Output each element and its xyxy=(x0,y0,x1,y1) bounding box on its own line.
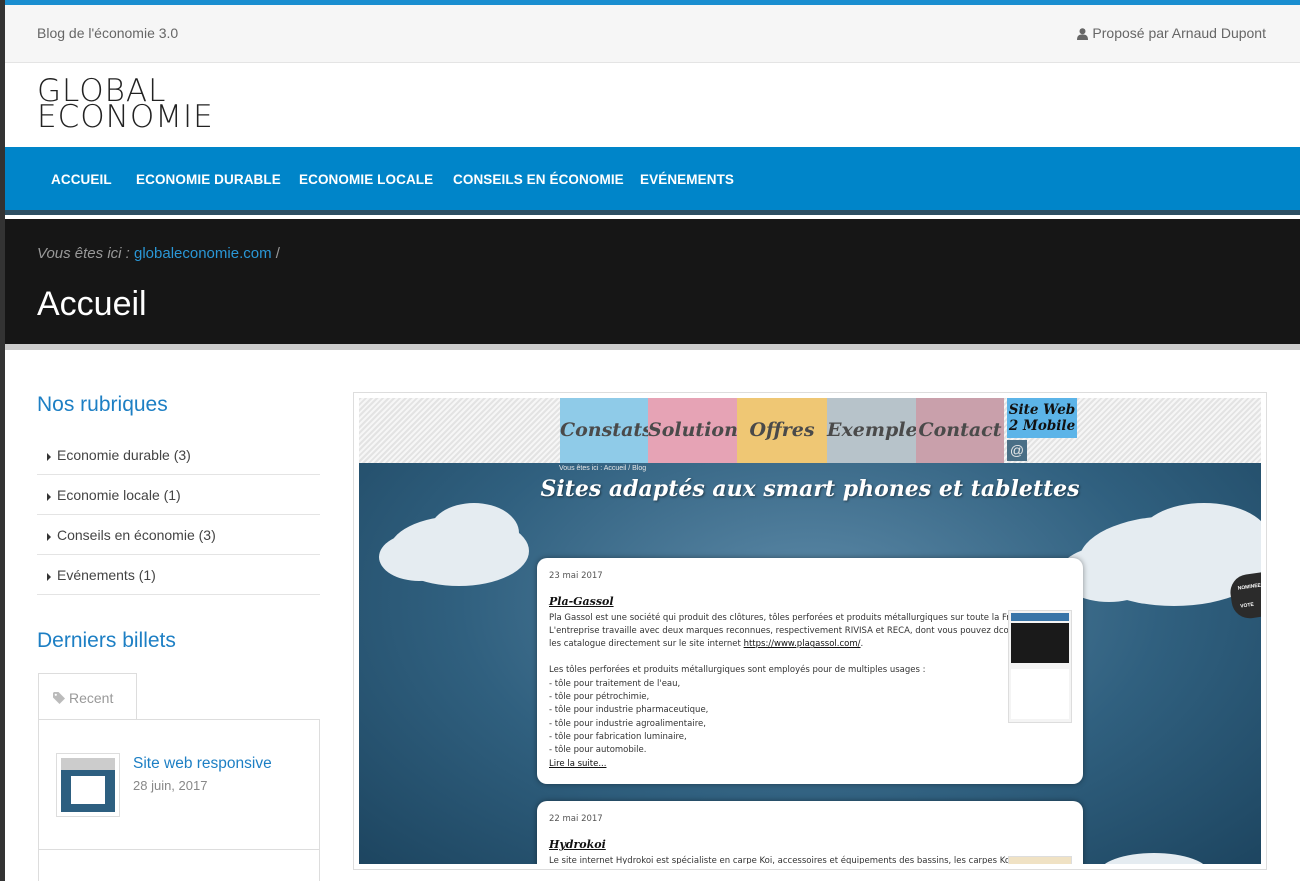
post-1-usages-intro: Les tôles perforées et produits métallur… xyxy=(549,665,926,676)
preview-post-card-2: 22 mai 2017 Hydrokoi Le site internet Hy… xyxy=(537,801,1083,864)
post-1-mini-screenshot xyxy=(1008,610,1072,723)
post-1-usage-item: - tôle pour automobile. xyxy=(549,745,647,756)
post-1-body: Pla Gassol est une société qui produit d… xyxy=(549,612,1033,771)
cloud-decoration xyxy=(1139,503,1261,573)
post-1-read-more-link: Lire la suite... xyxy=(549,758,607,769)
mini-screenshot-content xyxy=(1011,669,1069,719)
rubrique-label: Conseils en économie (3) xyxy=(57,527,216,543)
page-header-banner: Vous êtes ici : globaleconomie.com / Acc… xyxy=(5,219,1300,350)
nav-item-economie-locale[interactable]: ECONOMIE LOCALE xyxy=(299,172,433,187)
nav-item-conseils-economie[interactable]: CONSEILS EN ÉCONOMIE xyxy=(453,172,624,187)
rubrique-item-conseils-economie[interactable]: Conseils en économie (3) xyxy=(37,515,320,555)
nav-item-economie-durable[interactable]: ECONOMIE DURABLE xyxy=(136,172,281,187)
site-tagline: Blog de l'économie 3.0 xyxy=(37,25,179,41)
post-1-line-3-suffix: . xyxy=(860,639,864,650)
page-title: Accueil xyxy=(37,285,147,323)
rubrique-item-evenements[interactable]: Evénements (1) xyxy=(37,555,320,595)
nominee-badge-top: NOMINEE xyxy=(1237,582,1261,592)
recent-post-title-link[interactable]: Site web responsive xyxy=(133,755,272,773)
mini-screenshot-header xyxy=(1011,613,1069,621)
rubrique-label: Evénements (1) xyxy=(57,567,156,583)
rubriques-list: Economie durable (3) Economie locale (1)… xyxy=(37,435,320,595)
post-1-line-2: L'entreprise travaille avec deux marques… xyxy=(549,625,1029,636)
preview-tab-solutions: Solutions xyxy=(648,398,749,463)
post-2-line-1: Le site internet Hydrokoi est spécialist… xyxy=(549,855,1034,864)
user-icon xyxy=(1077,28,1089,40)
post-2-date: 22 mai 2017 xyxy=(549,814,603,824)
caret-right-icon xyxy=(47,453,51,461)
rubriques-heading: Nos rubriques xyxy=(37,393,168,416)
main-navigation: ACCUEIL ECONOMIE DURABLE ECONOMIE LOCALE… xyxy=(5,147,1300,215)
breadcrumb-separator: / xyxy=(275,245,280,262)
post-1-usage-item: - tôle pour industrie agroalimentaire, xyxy=(549,718,706,729)
post-2-title: Hydrokoi xyxy=(549,838,606,852)
post-1-usage-item: - tôle pour traitement de l'eau, xyxy=(549,678,681,689)
tag-icon xyxy=(53,692,65,704)
caret-right-icon xyxy=(47,533,51,541)
thumbnail-card xyxy=(71,776,105,804)
preview-tab-contact: Contact xyxy=(916,398,1004,463)
mini-screenshot-banner xyxy=(1011,623,1069,663)
thumbnail-image xyxy=(61,758,115,812)
caret-right-icon xyxy=(47,573,51,581)
post-1-usage-item: - tôle pour fabrication luminaire, xyxy=(549,731,687,742)
recent-posts-panel: Site web responsive 28 juin, 2017 xyxy=(38,719,320,850)
breadcrumb-home-link[interactable]: globaleconomie.com xyxy=(134,245,272,262)
preview-side-label-line-2: 2 Mobile xyxy=(1008,418,1076,434)
author-credit-text: Proposé par Arnaud Dupont xyxy=(1092,25,1266,41)
preview-side-label-line-1: Site Web xyxy=(1008,402,1076,418)
site-logo[interactable]: GLOBAL ECONOMIE xyxy=(37,76,214,135)
caret-right-icon xyxy=(47,493,51,501)
post-1-usage-item: - tôle pour pétrochimie, xyxy=(549,692,650,703)
preview-post-card-1: 23 mai 2017 Pla-Gassol Pla Gassol est un… xyxy=(537,558,1083,784)
post-2-mini-screenshot xyxy=(1008,856,1072,864)
website-preview-image[interactable]: Constats Solutions Offres Exemple Contac… xyxy=(359,398,1261,864)
rubrique-item-economie-locale[interactable]: Economie locale (1) xyxy=(37,475,320,515)
tab-recent-label: Recent xyxy=(69,690,114,706)
rubrique-label: Economie durable (3) xyxy=(57,447,191,463)
preview-tab-constats: Constats xyxy=(560,398,653,463)
post-1-date: 23 mai 2017 xyxy=(549,571,603,581)
post-thumbnail[interactable] xyxy=(56,753,120,817)
nav-item-accueil[interactable]: ACCUEIL xyxy=(51,172,112,187)
window-frame-left xyxy=(0,0,5,881)
post-1-line-3-prefix: les catalogue directement sur le site in… xyxy=(549,639,741,650)
derniers-billets-heading: Derniers billets xyxy=(37,629,176,652)
preview-headline: Sites adaptés aux smart phones et tablet… xyxy=(540,476,1080,502)
breadcrumb-prefix: Vous êtes ici : xyxy=(37,245,130,262)
recent-posts-panel-continuation xyxy=(38,850,320,881)
preview-tab-offres: Offres xyxy=(737,398,827,463)
top-bar: Blog de l'économie 3.0 Proposé par Arnau… xyxy=(5,5,1300,63)
sidebar: Nos rubriques Economie durable (3) Econo… xyxy=(37,393,320,595)
post-1-line-3: les catalogue directement sur le site in… xyxy=(549,638,1009,651)
preview-site-web-2-mobile-label: Site Web 2 Mobile xyxy=(1007,398,1077,438)
logo-line-2: ECONOMIE xyxy=(37,99,214,135)
website-preview-frame: Constats Solutions Offres Exemple Contac… xyxy=(353,392,1267,870)
author-credit[interactable]: Proposé par Arnaud Dupont xyxy=(1077,25,1266,41)
breadcrumb: Vous êtes ici : globaleconomie.com / xyxy=(37,245,280,262)
rubrique-item-economie-durable[interactable]: Economie durable (3) xyxy=(37,435,320,475)
post-1-line-1: Pla Gassol est une société qui produit d… xyxy=(549,612,1033,623)
post-1-title: Pla-Gassol xyxy=(549,595,614,609)
preview-breadcrumb: Vous êtes ici : Accueil / Blog xyxy=(559,465,647,472)
tab-recent[interactable]: Recent xyxy=(38,673,137,720)
post-1-usage-item: - tôle pour industrie pharmaceutique, xyxy=(549,705,709,716)
rubrique-label: Economie locale (1) xyxy=(57,487,181,503)
cloud-decoration xyxy=(379,533,459,581)
thumbnail-topbar xyxy=(61,758,115,770)
nav-item-evenements[interactable]: EVÉNEMENTS xyxy=(640,172,734,187)
at-sign-icon: @ xyxy=(1007,440,1027,461)
post-1-website-link: https://www.plagassol.com/ xyxy=(743,639,861,650)
recent-post-date: 28 juin, 2017 xyxy=(133,778,208,793)
nominee-badge-bottom: VOTE xyxy=(1239,601,1255,610)
preview-tab-exemple: Exemple xyxy=(827,398,918,463)
